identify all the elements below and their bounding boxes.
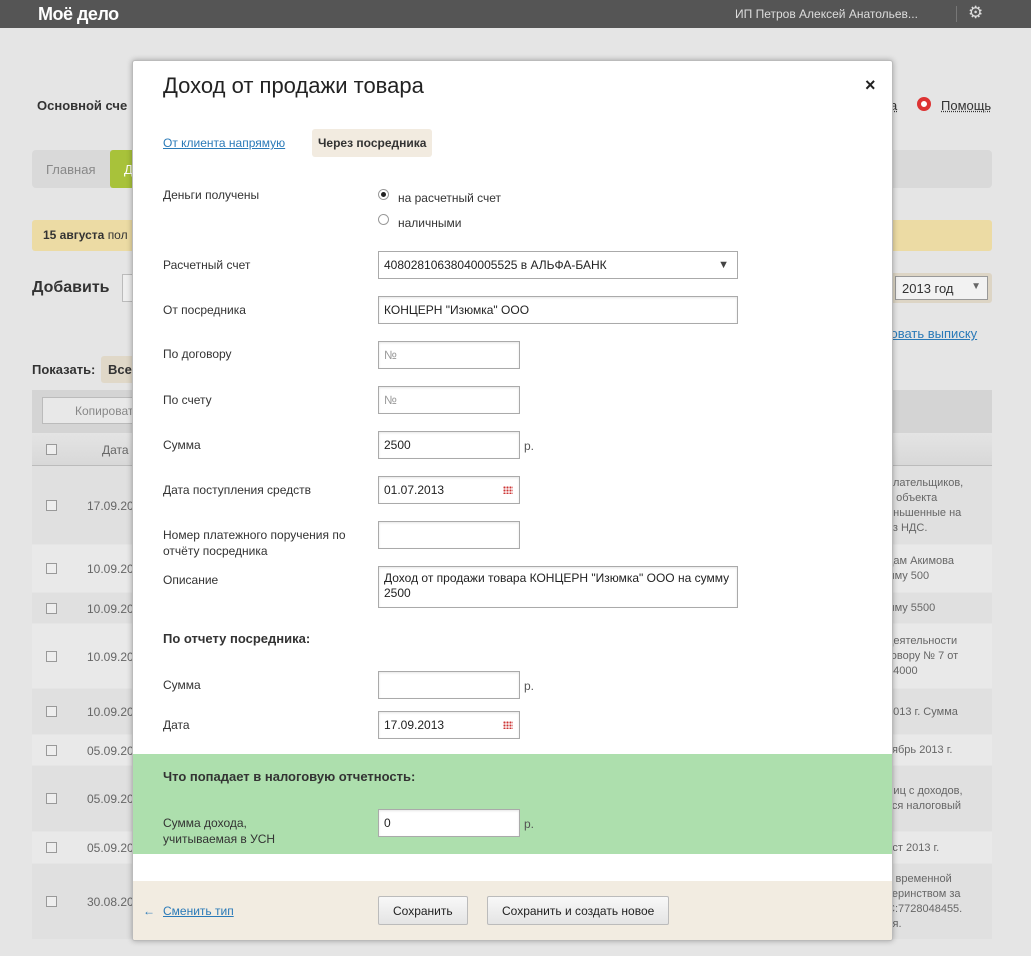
money-received-label: Деньги получены	[163, 188, 260, 202]
row-date: 10.09.20	[87, 649, 134, 664]
invoice-input[interactable]: №	[378, 386, 520, 414]
row-checkbox[interactable]	[46, 499, 57, 511]
row-date: 10.09.20	[87, 562, 134, 576]
logo[interactable]: Моё дело	[38, 4, 119, 25]
description-textarea[interactable]: Доход от продажи товара КОНЦЕРН "Изюмка"…	[378, 566, 738, 608]
row-description: дам Акимова мму 500	[887, 555, 954, 582]
row-date: 30.08.20	[87, 895, 134, 909]
row-checkbox[interactable]	[46, 602, 57, 614]
radio-bank-account[interactable]	[378, 189, 389, 200]
save-button[interactable]: Сохранить	[378, 896, 468, 925]
add-label: Добавить	[32, 279, 110, 296]
radio-cash-label[interactable]: наличными	[398, 216, 461, 230]
receipt-date-value: 01.07.2013	[384, 483, 445, 497]
row-checkbox[interactable]	[46, 563, 57, 574]
select-all-checkbox[interactable]	[46, 444, 57, 455]
report-date-label: Дата	[163, 718, 190, 732]
chevron-down-icon: ▼	[971, 281, 981, 292]
tax-report-section: Что попадает в налоговую отчетность: Сум…	[133, 754, 892, 854]
row-description: 2013 г. Сумма	[887, 705, 958, 718]
help-link[interactable]: Помощь	[941, 98, 991, 113]
banner-date: 15 августа	[43, 228, 105, 242]
account-select-value: 40802810638040005525 в АЛЬФА-БАНК	[384, 258, 607, 272]
calendar-icon[interactable]	[503, 721, 513, 729]
calendar-icon[interactable]	[503, 486, 513, 494]
usn-amount-unit: р.	[524, 817, 535, 831]
row-date: 05.09.20	[87, 792, 134, 806]
row-description: деятельности говору № 7 от 14000	[887, 635, 959, 677]
row-checkbox[interactable]	[46, 706, 57, 717]
radio-dot	[381, 192, 386, 197]
intermediary-label: От посредника	[163, 303, 246, 317]
row-checkbox[interactable]	[46, 793, 57, 804]
row-description: тябрь 2013 г.	[887, 744, 953, 756]
divider	[956, 6, 957, 22]
radio-bank-account-label[interactable]: на расчетный счет	[398, 191, 501, 205]
invoice-label: По счету	[163, 393, 212, 407]
arrow-left-icon: ←	[143, 904, 155, 918]
report-amount-unit: р.	[524, 679, 535, 693]
receipt-date-input[interactable]: 01.07.2013	[378, 476, 520, 504]
amount-input[interactable]: 2500	[378, 431, 520, 459]
payment-order-label: Номер платежного поручения по отчёту пос…	[163, 528, 346, 558]
row-description: мму 5500	[887, 602, 936, 614]
report-date-input[interactable]: 17.09.2013	[378, 711, 520, 739]
amount-label: Сумма	[163, 438, 201, 452]
tab-main[interactable]: Главная	[32, 150, 110, 188]
chevron-down-icon: ▼	[718, 259, 729, 271]
lifebuoy-icon	[917, 97, 931, 111]
date-column-header[interactable]: Дата	[102, 443, 129, 457]
report-amount-input[interactable]	[378, 671, 520, 699]
copy-button-label: Копироват	[75, 404, 134, 418]
payment-order-input[interactable]	[378, 521, 520, 549]
user-menu[interactable]: ИП Петров Алексей Анатольев...	[735, 7, 918, 21]
row-checkbox[interactable]	[46, 896, 57, 907]
row-description: плательщиков, е объекта еньшенные на ез …	[887, 476, 964, 534]
change-type-link[interactable]: Сменить тип	[163, 904, 234, 918]
account-label: Основной сче	[37, 98, 128, 113]
banner-text: пол	[107, 228, 128, 242]
account-label: Расчетный счет	[163, 258, 251, 272]
row-description: уст 2013 г.	[887, 841, 940, 854]
year-select-value: 2013 год	[902, 281, 954, 296]
income-dialog: Доход от продажи товара × От клиента нап…	[132, 60, 893, 941]
row-date: 10.09.20	[87, 601, 134, 616]
contract-input[interactable]: №	[378, 341, 520, 369]
row-checkbox[interactable]	[46, 650, 57, 662]
row-date: 17.09.20	[87, 498, 134, 513]
usn-amount-input[interactable]: 0	[378, 809, 520, 837]
gear-icon[interactable]: ⚙	[968, 3, 983, 23]
row-date: 10.09.20	[87, 705, 134, 719]
close-icon[interactable]: ×	[865, 75, 876, 96]
report-heading: По отчету посредника:	[163, 631, 311, 646]
row-date: 05.09.20	[87, 743, 134, 758]
save-and-new-button[interactable]: Сохранить и создать новое	[487, 896, 670, 925]
account-select[interactable]: 40802810638040005525 в АЛЬФА-БАНК ▼	[378, 251, 738, 279]
copy-button[interactable]: Копироват	[42, 397, 142, 424]
year-select[interactable]: 2013 год ▼	[895, 276, 988, 300]
report-amount-label: Сумма	[163, 678, 201, 692]
usn-amount-label: Сумма дохода, учитываемая в УСН	[163, 816, 276, 846]
row-date: 05.09.20	[87, 841, 134, 855]
dialog-title: Доход от продажи товара	[163, 73, 424, 98]
row-description: лиц с доходов, тся налоговый	[887, 785, 963, 812]
show-label: Показать:	[32, 362, 96, 377]
tab-via-intermediary[interactable]: Через посредника	[312, 129, 433, 157]
row-description: с временной теринством за С:7728048455. …	[887, 873, 963, 930]
radio-cash[interactable]	[378, 214, 389, 225]
tab-direct-client[interactable]: От клиента напрямую	[163, 136, 285, 150]
contract-label: По договору	[163, 347, 232, 361]
amount-unit: р.	[524, 439, 535, 453]
row-checkbox[interactable]	[46, 842, 57, 853]
top-bar: Моё дело ИП Петров Алексей Анатольев... …	[0, 0, 1031, 28]
row-checkbox[interactable]	[46, 744, 57, 756]
tax-heading: Что попадает в налоговую отчетность:	[163, 769, 416, 784]
receipt-date-label: Дата поступления средств	[163, 483, 312, 497]
report-date-value: 17.09.2013	[384, 718, 445, 732]
description-label: Описание	[163, 573, 219, 587]
intermediary-input[interactable]: КОНЦЕРН "Изюмка" ООО	[378, 296, 738, 324]
